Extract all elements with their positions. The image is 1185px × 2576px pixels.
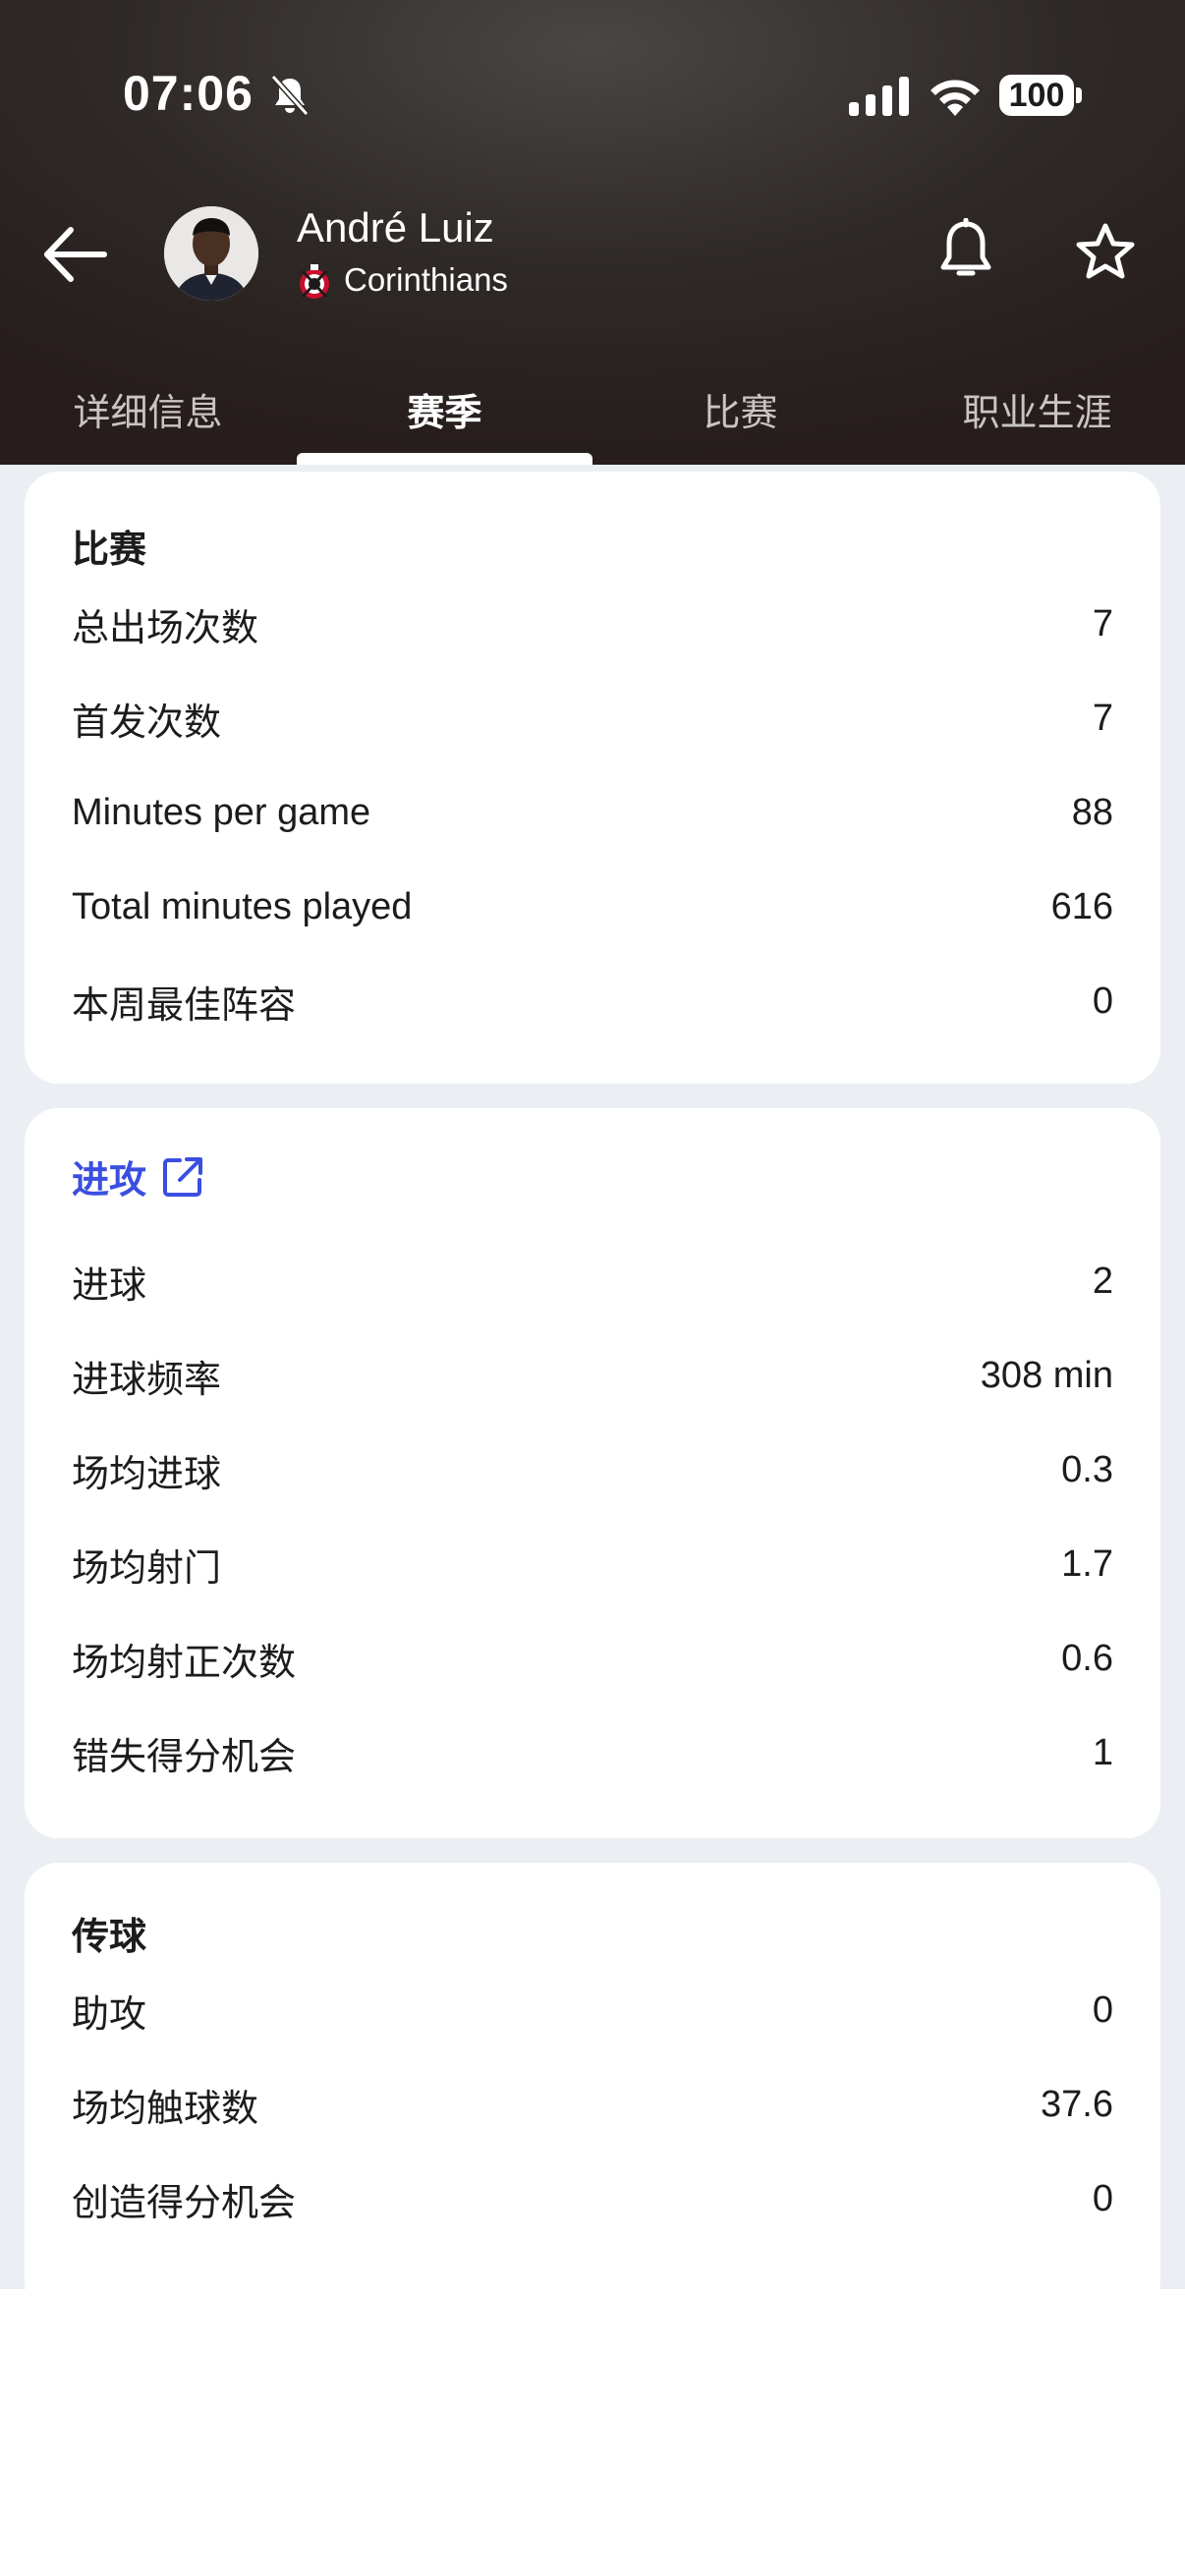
favorite-star-icon[interactable] — [1075, 222, 1136, 283]
tab-career[interactable]: 职业生涯 — [889, 354, 1185, 465]
battery-tip — [1076, 87, 1082, 103]
stat-value: 0 — [1092, 2177, 1113, 2219]
stat-row: 场均进球 0.3 — [72, 1440, 1113, 1499]
stat-value: 37.6 — [1041, 2083, 1113, 2125]
stat-row: 助攻 0 — [72, 1981, 1113, 2040]
stat-row: 创造得分机会 0 — [72, 2169, 1113, 2228]
matches-card: 比赛 总出场次数 7 首发次数 7 Minutes per game 88 To… — [25, 472, 1160, 1084]
bell-slash-icon — [270, 74, 310, 117]
club-logo-icon — [300, 264, 329, 299]
tab-bar: 详细信息 赛季 比赛 职业生涯 — [0, 354, 1185, 465]
active-tab-indicator — [297, 453, 592, 465]
stat-label: 首发次数 — [72, 700, 222, 744]
stat-row: 场均射门 1.7 — [72, 1535, 1113, 1594]
matches-section-title: 比赛 — [72, 528, 147, 571]
stat-row: 场均射正次数 0.6 — [72, 1629, 1113, 1688]
stat-value: 1 — [1092, 1731, 1113, 1773]
player-header: 07:06 100 André Luiz Corinthians 详细信息 赛季… — [0, 0, 1185, 465]
notification-bell-icon[interactable] — [935, 218, 996, 285]
club-name[interactable]: Corinthians — [344, 261, 508, 299]
stat-value: 1.7 — [1061, 1542, 1113, 1585]
attack-section-title: 进攻 — [72, 1158, 147, 1202]
stat-row: 总出场次数 7 — [72, 594, 1113, 653]
stat-label: 本周最佳阵容 — [72, 982, 297, 1027]
stat-value: 0.6 — [1061, 1637, 1113, 1679]
attack-card: 进攻 进球 2 进球频率 308 min 场均进球 0.3 场均射门 1.7 场… — [25, 1108, 1160, 1838]
stat-label: 助攻 — [72, 1991, 147, 2036]
status-time: 07:06 — [123, 66, 254, 121]
stat-label: Total minutes played — [72, 885, 413, 927]
stat-row: 本周最佳阵容 0 — [72, 972, 1113, 1031]
stat-value: 0.3 — [1061, 1448, 1113, 1490]
cellular-signal-icon — [849, 77, 909, 116]
stat-label: 场均射门 — [72, 1545, 222, 1590]
stat-row: 错失得分机会 1 — [72, 1723, 1113, 1782]
wifi-icon — [931, 80, 980, 116]
stat-row: 进球 2 — [72, 1252, 1113, 1311]
tab-season[interactable]: 赛季 — [297, 354, 592, 465]
stat-row: 首发次数 7 — [72, 689, 1113, 748]
stat-label: 创造得分机会 — [72, 2180, 297, 2224]
stat-label: 错失得分机会 — [72, 1734, 297, 1778]
stat-value: 7 — [1092, 697, 1113, 739]
stat-label: Minutes per game — [72, 791, 371, 833]
stat-value: 0 — [1092, 1988, 1113, 2031]
external-link-icon — [163, 1156, 203, 1197]
tab-matches[interactable]: 比赛 — [592, 354, 888, 465]
player-avatar[interactable] — [164, 206, 258, 301]
stat-label: 场均进球 — [72, 1451, 222, 1495]
back-arrow-icon[interactable] — [39, 218, 112, 291]
stat-value: 616 — [1050, 885, 1113, 927]
attack-section-link[interactable]: 进攻 — [72, 1149, 205, 1204]
stat-label: 场均触球数 — [72, 2086, 259, 2130]
battery-indicator: 100 — [999, 75, 1074, 116]
passing-section-title: 传球 — [72, 1915, 147, 1958]
stat-label: 进球 — [72, 1262, 147, 1307]
player-photo — [164, 206, 258, 301]
stat-value: 308 min — [980, 1354, 1113, 1396]
stat-row: Minutes per game 88 — [72, 783, 1113, 842]
tab-details[interactable]: 详细信息 — [0, 354, 296, 465]
stat-value: 0 — [1092, 980, 1113, 1022]
player-name: André Luiz — [297, 204, 494, 251]
stat-row: 场均触球数 37.6 — [72, 2075, 1113, 2134]
stat-value: 2 — [1092, 1260, 1113, 1302]
stat-value: 88 — [1071, 791, 1113, 833]
stat-label: 场均射正次数 — [72, 1640, 297, 1684]
season-stats-content[interactable]: 比赛 总出场次数 7 首发次数 7 Minutes per game 88 To… — [0, 465, 1185, 2289]
passing-card: 传球 助攻 0 场均触球数 37.6 创造得分机会 0 — [25, 1863, 1160, 2289]
stat-label: 总出场次数 — [72, 605, 259, 649]
stat-label: 进球频率 — [72, 1357, 222, 1401]
stat-row: Total minutes played 616 — [72, 877, 1113, 936]
stat-value: 7 — [1092, 602, 1113, 644]
stat-row: 进球频率 308 min — [72, 1346, 1113, 1405]
